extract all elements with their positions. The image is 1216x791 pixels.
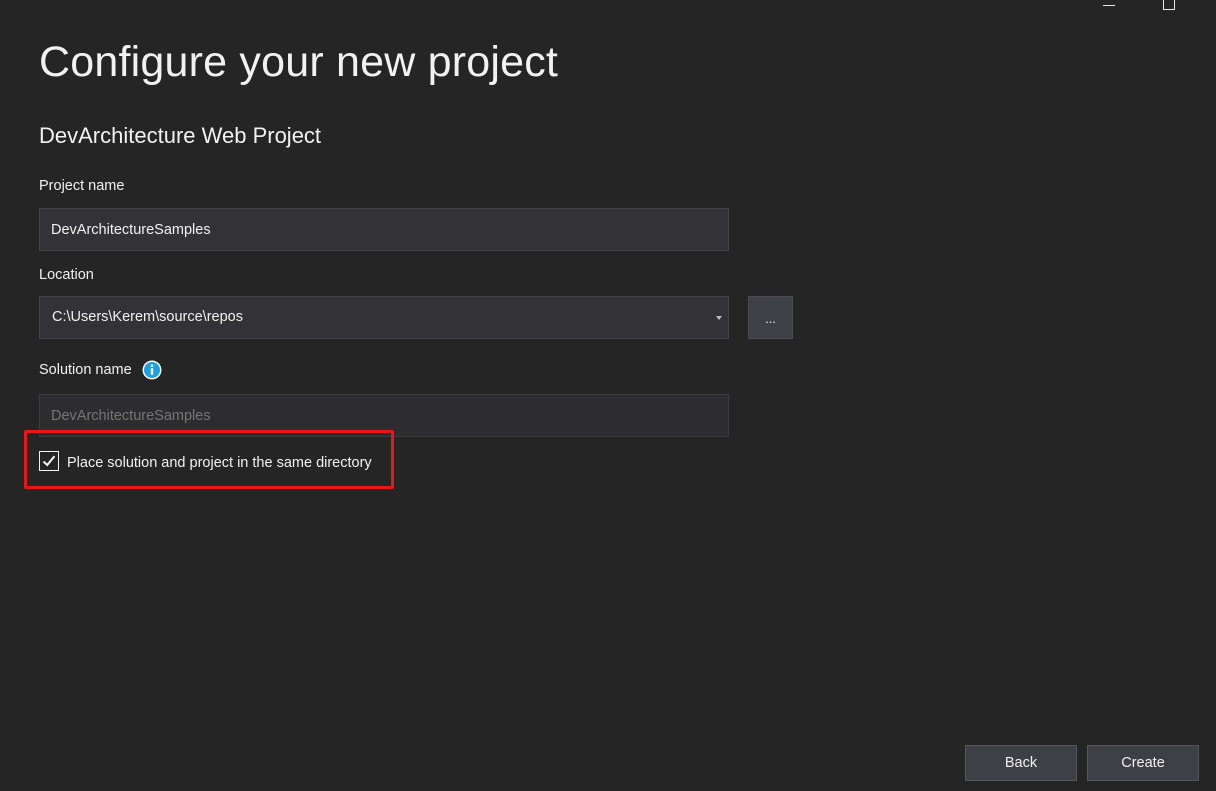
back-button[interactable]: Back xyxy=(965,745,1077,781)
project-name-label: Project name xyxy=(39,178,125,194)
maximize-icon[interactable] xyxy=(1163,0,1175,10)
checkmark-icon xyxy=(42,455,56,467)
same-directory-checkbox[interactable] xyxy=(39,451,59,471)
minimize-icon[interactable] xyxy=(1103,0,1117,7)
solution-name-label: Solution name xyxy=(39,362,132,378)
create-button[interactable]: Create xyxy=(1087,745,1199,781)
same-directory-label[interactable]: Place solution and project in the same d… xyxy=(67,455,372,471)
page-title: Configure your new project xyxy=(39,38,559,86)
location-label: Location xyxy=(39,267,94,283)
browse-button[interactable]: ... xyxy=(748,296,793,339)
info-icon[interactable] xyxy=(142,360,162,380)
location-combobox[interactable]: C:\Users\Kerem\source\repos xyxy=(39,296,729,339)
chevron-down-icon[interactable] xyxy=(716,316,722,320)
location-value: C:\Users\Kerem\source\repos xyxy=(52,309,243,325)
project-name-input[interactable] xyxy=(39,208,729,251)
template-name: DevArchitecture Web Project xyxy=(39,123,322,148)
